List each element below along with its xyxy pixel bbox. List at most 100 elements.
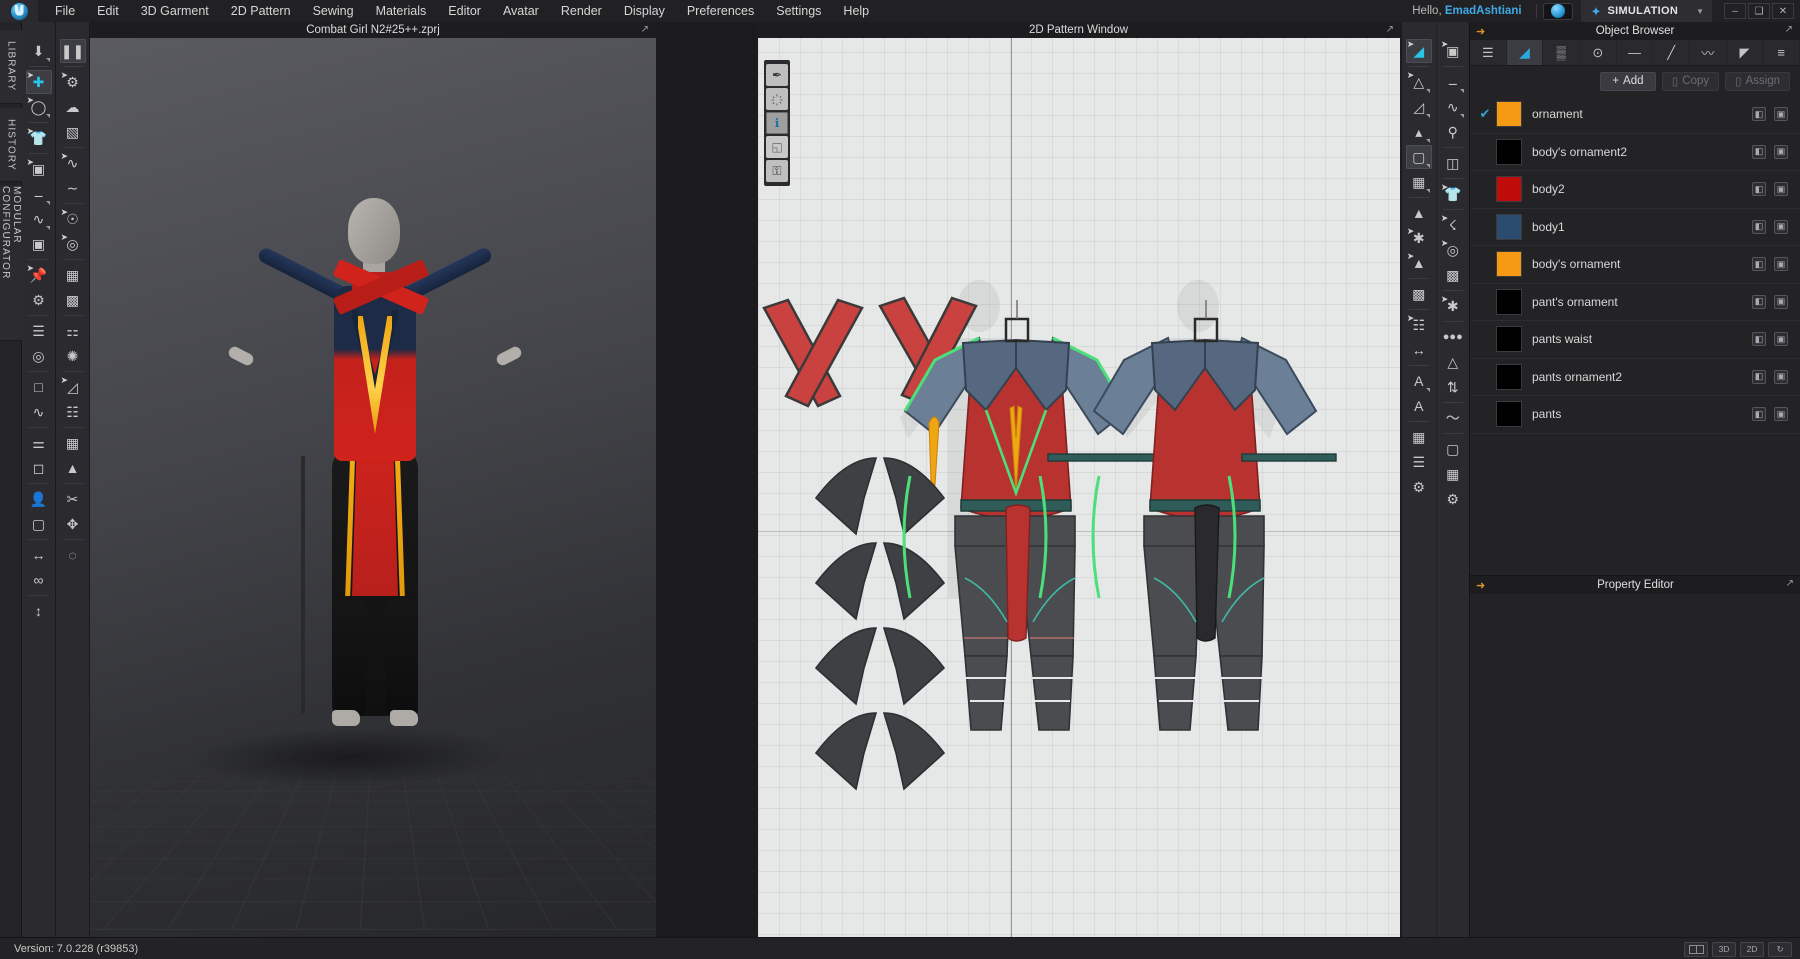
fabric-swatch-icon[interactable]: ◧ xyxy=(1752,369,1766,384)
show-garment-icon[interactable]: ҉ xyxy=(766,88,788,110)
tab-object-list[interactable]: ☰ xyxy=(1470,40,1507,65)
buttonhole-icon[interactable]: □ xyxy=(26,375,52,399)
add-button[interactable]: + Add xyxy=(1599,71,1656,91)
pin-arrow-icon[interactable]: ➜ xyxy=(1476,25,1485,38)
properties-icon[interactable]: ▣ xyxy=(1774,369,1788,384)
topstitch-3d-icon[interactable]: ∿ xyxy=(26,400,52,424)
fabric-swatch-icon[interactable]: ◧ xyxy=(1752,144,1766,159)
fabric-swatch-icon[interactable]: ◧ xyxy=(1752,182,1766,197)
reset-view-button[interactable]: ↻ xyxy=(1768,941,1792,957)
tab-texture[interactable]: ▒ xyxy=(1543,40,1581,65)
fabric-color-swatch[interactable] xyxy=(1496,251,1522,278)
circumference-icon[interactable]: ∞ xyxy=(26,568,52,592)
zipper-3d-icon[interactable]: ☰ xyxy=(26,319,52,343)
grading-icon[interactable]: ↔ xyxy=(1406,338,1432,362)
fabric-color-swatch[interactable] xyxy=(1496,101,1522,128)
pin-arrow-icon[interactable]: ➜ xyxy=(1476,579,1485,592)
skin-offset-icon[interactable]: ▢ xyxy=(26,512,52,536)
pattern-export-icon[interactable]: ⚙ xyxy=(1440,487,1466,511)
pleat-tool-icon[interactable]: ▲ xyxy=(1406,201,1432,225)
fabric-swatch-icon[interactable]: ◧ xyxy=(1752,219,1766,234)
username[interactable]: EmadAshtiani xyxy=(1445,5,1522,17)
trace-tool-icon[interactable]: ➤ ✱ xyxy=(1406,226,1432,250)
sew-free-icon[interactable]: ➤ ∿ xyxy=(60,151,86,175)
object-browser-row[interactable]: pants ◧ ▣ xyxy=(1470,396,1800,434)
sidebar-tab-history[interactable]: HISTORY xyxy=(0,108,22,182)
lock-garment-icon[interactable]: ⚿ xyxy=(766,160,788,182)
press-iron-icon[interactable]: ▣ xyxy=(26,232,52,256)
tab-fold[interactable]: ◤ xyxy=(1727,40,1764,65)
view-2d-button[interactable]: 2D xyxy=(1740,941,1764,957)
scissors-icon[interactable]: ✂ xyxy=(60,487,86,511)
puckering-icon[interactable]: ▦ xyxy=(60,263,86,287)
tack-tool-icon[interactable]: ⚙ xyxy=(26,288,52,312)
fabric-color-swatch[interactable] xyxy=(1496,176,1522,203)
pattern-layers-icon[interactable]: ☰ xyxy=(1406,450,1432,474)
iron-tool-icon[interactable]: ◫ xyxy=(1440,151,1466,175)
free-sew-icon[interactable]: ∿ xyxy=(1440,95,1466,119)
object-browser-row[interactable]: body1 ◧ ▣ xyxy=(1470,209,1800,246)
copy-button[interactable]: ▯ Copy xyxy=(1661,71,1720,91)
pattern-settings-icon[interactable]: ⚙ xyxy=(1406,475,1432,499)
tape-measure-icon[interactable]: ➤ ◯ xyxy=(26,95,52,119)
pattern-render-icon[interactable]: ▢ xyxy=(1440,437,1466,461)
properties-icon[interactable]: ▣ xyxy=(1774,107,1788,122)
fabric-swatch-icon[interactable]: ◧ xyxy=(1752,294,1766,309)
object-browser-row[interactable]: ✔ ornament ◧ ▣ xyxy=(1470,96,1800,134)
object-browser-row[interactable]: pants waist ◧ ▣ xyxy=(1470,321,1800,359)
measure-pattern-icon[interactable]: ➤ ☷ xyxy=(1406,313,1432,337)
split-view-button[interactable] xyxy=(1684,941,1708,957)
menu-avatar[interactable]: Avatar xyxy=(492,0,550,22)
popout-icon[interactable]: ↗ xyxy=(1785,24,1793,35)
fold-arrange-icon[interactable]: ➤ ▣ xyxy=(26,157,52,181)
select-move-icon[interactable]: ⬇ xyxy=(26,39,52,63)
sidebar-tab-library[interactable]: LIBRARY xyxy=(0,30,22,104)
curve-pin-icon[interactable]: ∿ xyxy=(26,207,52,231)
viewport-2d-canvas[interactable]: ✒ ҉ ℹ ◱ ⚿ xyxy=(758,38,1400,956)
mode-selector[interactable]: ✦ SIMULATION ▼ xyxy=(1580,0,1712,22)
button-pattern-icon[interactable]: ➤ ◎ xyxy=(1440,238,1466,262)
object-browser-row[interactable]: body2 ◧ ▣ xyxy=(1470,171,1800,209)
print-layout-icon[interactable]: ▩ xyxy=(1440,263,1466,287)
text-tool-icon[interactable]: A xyxy=(1406,369,1432,393)
properties-icon[interactable]: ▣ xyxy=(1774,219,1788,234)
fabric-color-swatch[interactable] xyxy=(1496,326,1522,353)
menu-file[interactable]: File xyxy=(44,0,86,22)
maximize-button[interactable]: ❑ xyxy=(1748,3,1770,19)
menu-sewing[interactable]: Sewing xyxy=(302,0,365,22)
avatar-with-garment[interactable] xyxy=(226,198,524,758)
tab-zipper[interactable]: 〰 xyxy=(1690,40,1727,65)
minimize-button[interactable]: – xyxy=(1724,3,1746,19)
properties-icon[interactable]: ▣ xyxy=(1774,294,1788,309)
sew-segment-icon[interactable]: ∼ xyxy=(60,176,86,200)
fabric-swatch-icon[interactable]: ◧ xyxy=(1752,257,1766,272)
trim-3d-icon[interactable]: ⚏ xyxy=(60,319,86,343)
button-place-icon[interactable]: ➤ ☉ xyxy=(60,207,86,231)
menu-render[interactable]: Render xyxy=(550,0,613,22)
annotation-icon[interactable]: A xyxy=(1406,394,1432,418)
fabric-swatch-icon[interactable]: ◧ xyxy=(1752,107,1766,122)
tab-trim[interactable]: ≡ xyxy=(1763,40,1800,65)
object-browser-row[interactable]: body's ornament ◧ ▣ xyxy=(1470,246,1800,284)
fabric-swatch-icon[interactable]: ◧ xyxy=(1752,407,1766,422)
animation-pause-icon[interactable]: ❚❚ xyxy=(59,39,86,63)
buttonhole-place-icon[interactable]: ➤ ◎ xyxy=(60,232,86,256)
popout-icon[interactable]: ↗ xyxy=(1786,578,1794,589)
properties-icon[interactable]: ▣ xyxy=(1774,182,1788,197)
transform-gizmo-icon[interactable]: ➤ ✚ xyxy=(25,70,52,94)
close-button[interactable]: ✕ xyxy=(1772,3,1794,19)
menu-editor[interactable]: Editor xyxy=(437,0,492,22)
tab-topstitch[interactable]: — xyxy=(1617,40,1654,65)
menu-help[interactable]: Help xyxy=(832,0,880,22)
properties-icon[interactable]: ▣ xyxy=(1774,144,1788,159)
seamline-icon[interactable]: ➤ ✱ xyxy=(1440,294,1466,318)
menu-settings[interactable]: Settings xyxy=(765,0,832,22)
wave-tool-icon[interactable]: 〜 xyxy=(1440,406,1466,430)
properties-icon[interactable]: ▣ xyxy=(1774,332,1788,347)
flatten-icon[interactable]: ▦ xyxy=(60,431,86,455)
sew-pattern-icon[interactable]: ➤ ▣ xyxy=(1440,39,1466,63)
sidebar-tab-modular-configurator[interactable]: MODULAR CONFIGURATOR xyxy=(0,186,22,341)
edit-pattern-icon[interactable]: ➤ ◢ xyxy=(1405,39,1432,63)
segment-sew-icon[interactable]: ⚊ xyxy=(1440,70,1466,94)
height-measure-icon[interactable]: ↕ xyxy=(26,599,52,623)
